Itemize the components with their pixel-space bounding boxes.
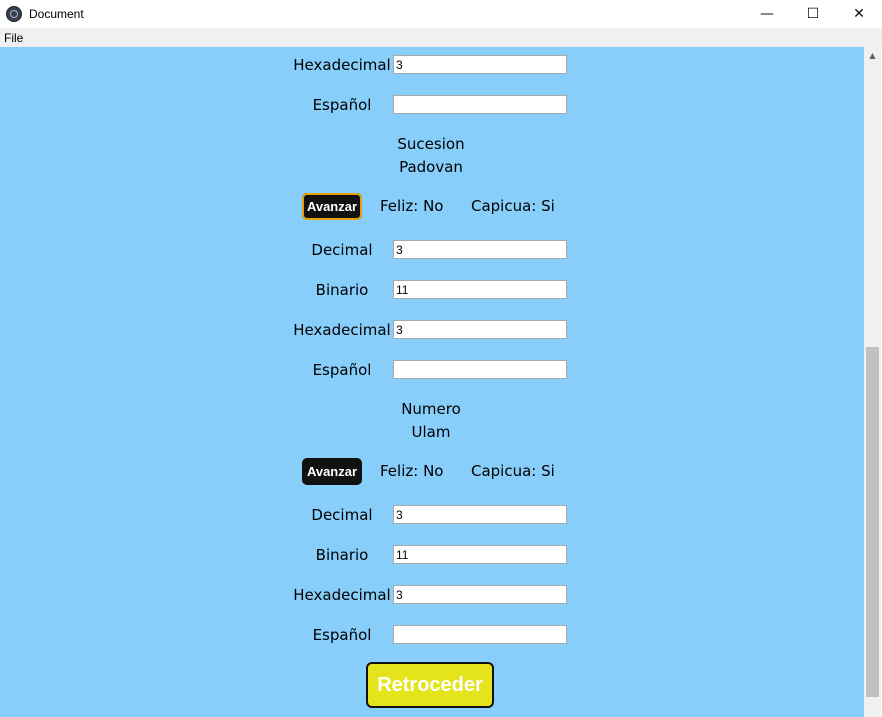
field-row-binario: Binario: [290, 545, 590, 567]
scroll-up-arrow-icon[interactable]: ▲: [864, 47, 881, 64]
binario-input[interactable]: [393, 280, 567, 299]
avanzar-button-ulam[interactable]: Avanzar: [302, 458, 362, 485]
field-row-decimal: Decimal: [290, 240, 590, 262]
capicua-status: Capicua: Si: [471, 197, 555, 215]
heading-line: Ulam: [411, 423, 451, 441]
avanzar-button-padovan[interactable]: Avanzar: [302, 193, 362, 220]
field-row-hexadecimal: Hexadecimal: [290, 55, 590, 77]
field-label: Español: [312, 361, 372, 379]
electron-app-icon: [6, 6, 22, 22]
heading-line: Sucesion: [397, 135, 465, 153]
menu-bar: File: [0, 28, 882, 47]
espanol-input[interactable]: [393, 625, 567, 644]
retroceder-button[interactable]: Retroceder: [366, 662, 494, 708]
menu-item-file[interactable]: File: [4, 31, 23, 45]
field-row-espanol: Español: [290, 625, 590, 647]
field-row-decimal: Decimal: [290, 505, 590, 527]
controls-padovan: Avanzar Feliz: No Capicua: Si: [302, 193, 602, 221]
heading-line: Numero: [401, 400, 461, 418]
scroll-thumb[interactable]: [866, 347, 879, 697]
maximize-button[interactable]: ☐: [790, 0, 836, 28]
vertical-scrollbar[interactable]: ▲: [864, 47, 881, 717]
close-button[interactable]: ✕: [836, 0, 882, 28]
field-label: Binario: [315, 546, 369, 564]
field-label: Hexadecimal: [293, 321, 391, 339]
section-heading-padovan: Sucesion Padovan: [390, 133, 472, 179]
hexadecimal-input[interactable]: [393, 55, 567, 74]
hexadecimal-input[interactable]: [393, 585, 567, 604]
capicua-status: Capicua: Si: [471, 462, 555, 480]
field-label: Español: [312, 626, 372, 644]
feliz-status: Feliz: No: [380, 197, 444, 215]
field-label: Hexadecimal: [293, 56, 391, 74]
decimal-input[interactable]: [393, 240, 567, 259]
binario-input[interactable]: [393, 545, 567, 564]
field-label: Decimal: [311, 506, 373, 524]
field-label: Binario: [315, 281, 369, 299]
heading-line: Padovan: [399, 158, 463, 176]
minimize-button[interactable]: —: [744, 0, 790, 28]
window-controls: — ☐ ✕: [744, 0, 882, 28]
field-row-hexadecimal: Hexadecimal: [290, 585, 590, 607]
field-row-hexadecimal: Hexadecimal: [290, 320, 590, 342]
hexadecimal-input[interactable]: [393, 320, 567, 339]
window-title: Document: [29, 7, 84, 21]
field-label: Español: [312, 96, 372, 114]
controls-ulam: Avanzar Feliz: No Capicua: Si: [302, 458, 602, 486]
espanol-input[interactable]: [393, 360, 567, 379]
title-bar: Document — ☐ ✕: [0, 0, 882, 28]
field-row-espanol: Español: [290, 95, 590, 117]
espanol-input[interactable]: [393, 95, 567, 114]
field-row-binario: Binario: [290, 280, 590, 302]
field-label: Hexadecimal: [293, 586, 391, 604]
feliz-status: Feliz: No: [380, 462, 444, 480]
decimal-input[interactable]: [393, 505, 567, 524]
field-row-espanol: Español: [290, 360, 590, 382]
field-label: Decimal: [311, 241, 373, 259]
main-content: Hexadecimal Español Sucesion Padovan Ava…: [0, 47, 864, 717]
section-heading-ulam: Numero Ulam: [390, 398, 472, 444]
